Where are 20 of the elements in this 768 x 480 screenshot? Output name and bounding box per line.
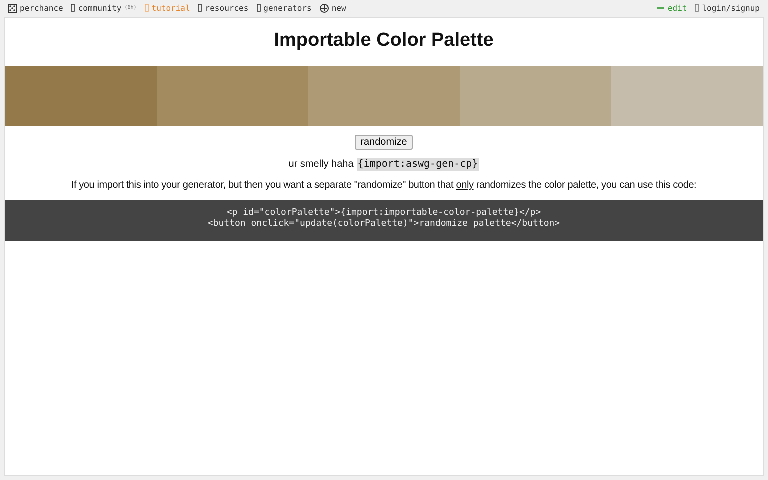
code-line: <p id="colorPalette">{import:importable-color-palette}</p> [226, 208, 542, 219]
box-icon [144, 4, 149, 12]
nav-link[interactable]: resources [198, 4, 249, 12]
box-icon [71, 4, 76, 12]
code-line: <button onclick="update(colorPalette)">randomize palette</button> [206, 219, 562, 230]
pencil-icon [656, 5, 665, 11]
randomize-button[interactable]: randomize [354, 135, 414, 150]
plus-icon [320, 4, 329, 12]
box-icon [256, 4, 261, 12]
dice-icon [8, 4, 17, 12]
page-title: Importable Color Palette [274, 30, 494, 53]
inline-code: {import:aswg-gen-cp} [356, 158, 480, 171]
nav-link[interactable]: generators [256, 4, 312, 12]
nav-link[interactable]: login/signup [695, 4, 760, 12]
box-icon [695, 4, 700, 12]
box-icon [198, 4, 202, 12]
instruction-text: If you import this into your generator, but then you want a separate "randomize" button that only randomizes the color palette, you can use this code: [71, 180, 697, 191]
nav-link[interactable]: new [320, 4, 346, 12]
nav-link[interactable]: perchance [8, 4, 64, 12]
body-text: ur smelly haha [288, 159, 354, 170]
